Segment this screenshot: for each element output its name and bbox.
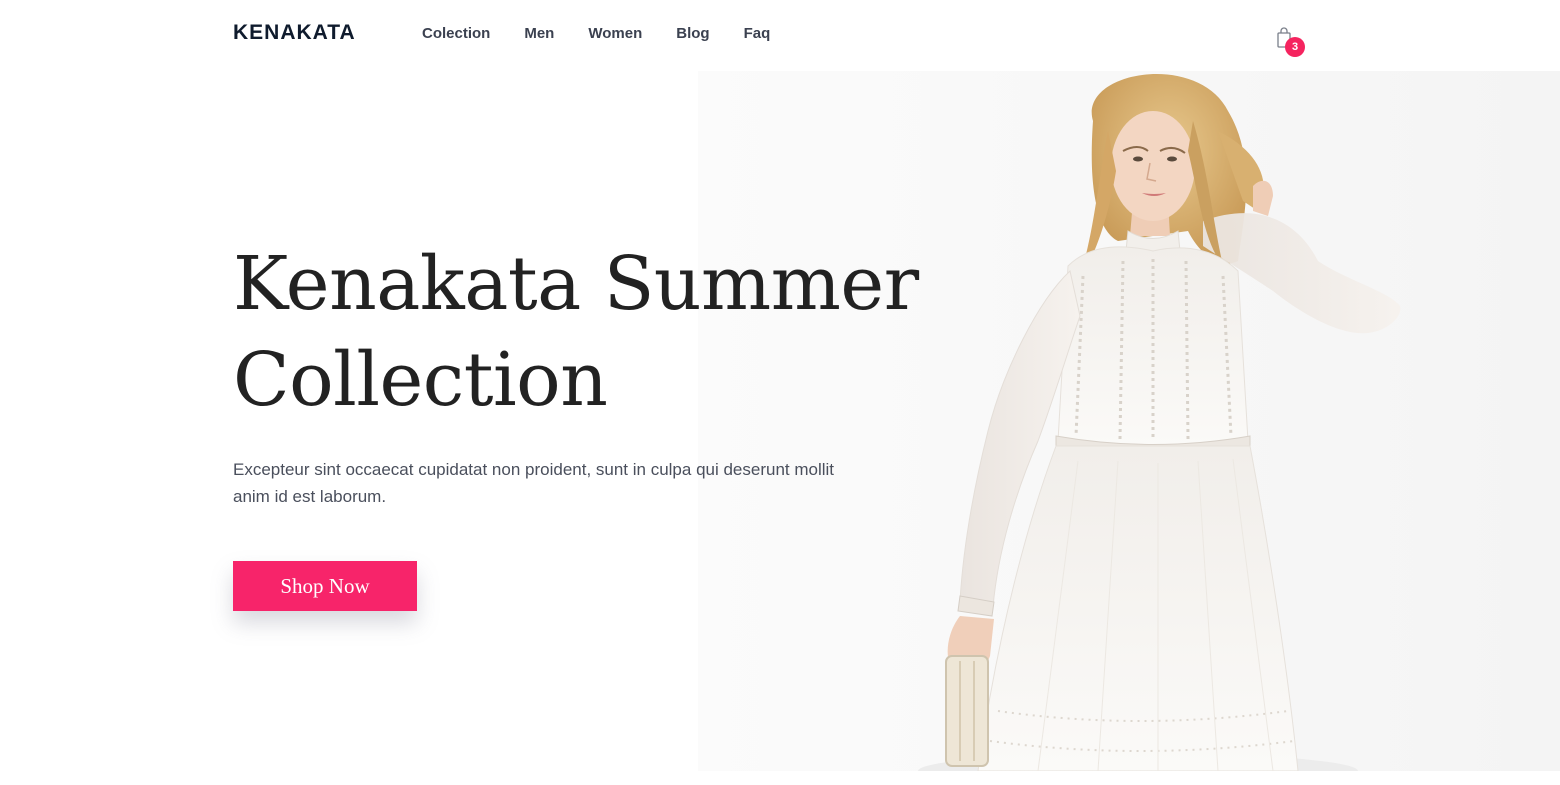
cart-button[interactable]: 3 bbox=[1276, 27, 1306, 59]
nav-item-blog[interactable]: Blog bbox=[676, 25, 709, 42]
main-nav: Colection Men Women Blog Faq bbox=[422, 25, 770, 42]
nav-item-colection[interactable]: Colection bbox=[422, 25, 490, 42]
cart-count-badge: 3 bbox=[1285, 37, 1305, 57]
hero-title: Kenakata Summer Collection bbox=[233, 236, 953, 428]
hero-title-line-1: Kenakata Summer bbox=[233, 241, 919, 327]
nav-item-women[interactable]: Women bbox=[588, 25, 642, 42]
site-header: KENAKATA Colection Men Women Blog Faq 3 bbox=[0, 0, 1560, 70]
nav-item-faq[interactable]: Faq bbox=[744, 25, 771, 42]
page: KENAKATA Colection Men Women Blog Faq 3 bbox=[0, 0, 1560, 785]
brand-logo[interactable]: KENAKATA bbox=[233, 21, 356, 45]
nav-item-men[interactable]: Men bbox=[524, 25, 554, 42]
hero-description: Excepteur sint occaecat cupidatat non pr… bbox=[233, 460, 835, 506]
hero-title-line-2: Collection bbox=[233, 337, 608, 423]
shop-now-button[interactable]: Shop Now bbox=[233, 561, 417, 611]
